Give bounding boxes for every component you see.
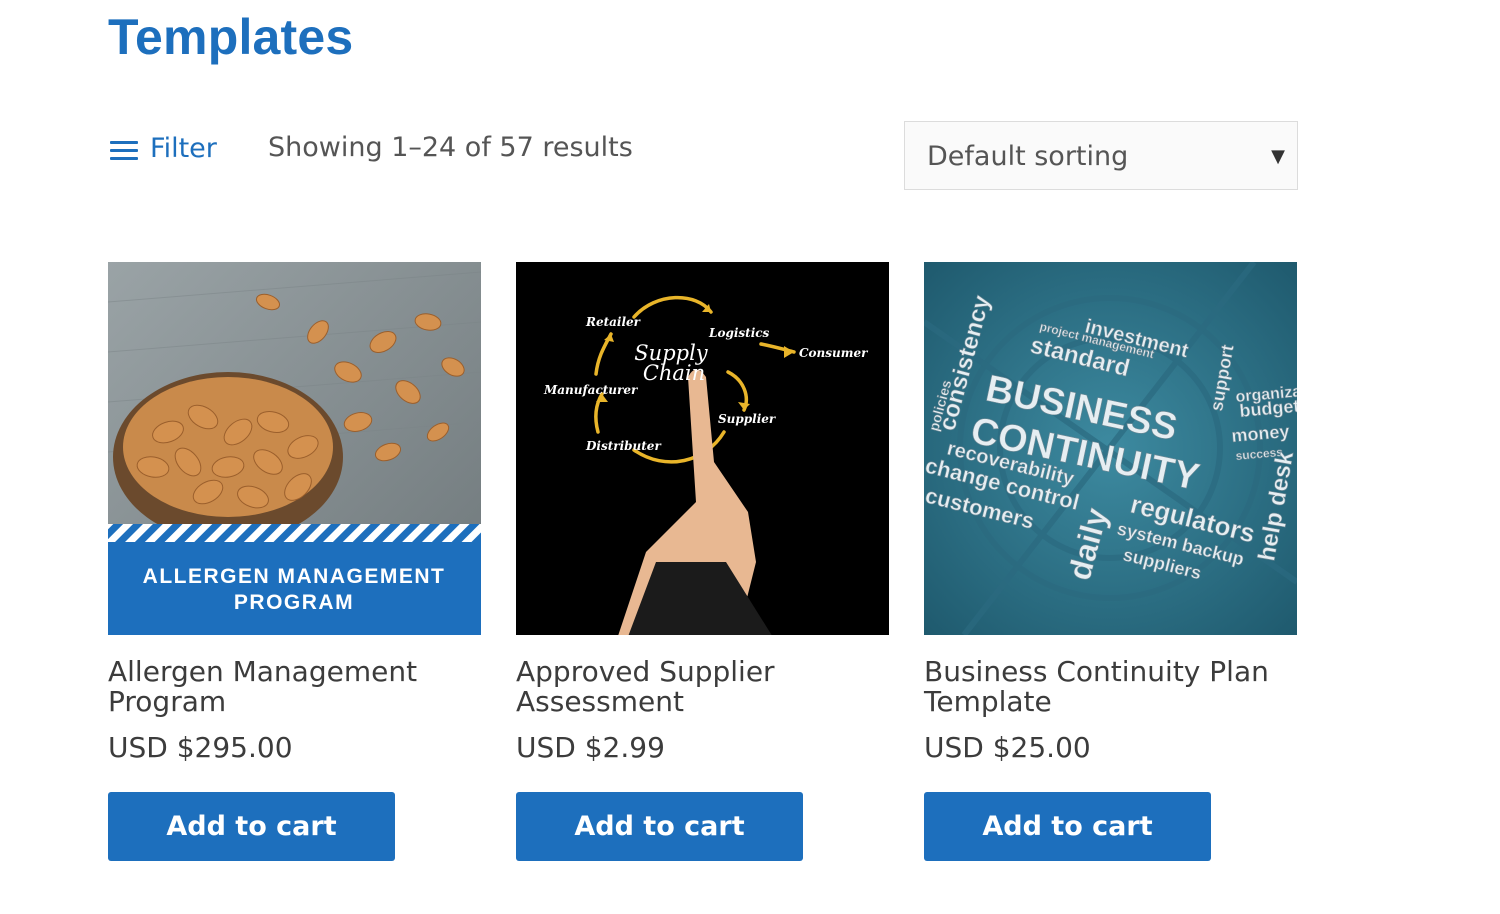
product-title[interactable]: Approved Supplier Assessment — [516, 657, 889, 717]
add-to-cart-button[interactable]: Add to cart — [516, 792, 803, 861]
filter-label: Filter — [150, 132, 217, 164]
result-count: Showing 1–24 of 57 results — [268, 132, 633, 163]
svg-text:Logistics: Logistics — [708, 326, 770, 340]
menu-icon — [110, 139, 140, 161]
svg-text:Retailer: Retailer — [585, 315, 642, 329]
add-to-cart-button[interactable]: Add to cart — [108, 792, 395, 861]
business-continuity-image: BUSINESS CONTINUITY consistency investme… — [924, 262, 1297, 635]
product-price: USD $25.00 — [924, 731, 1091, 764]
product-image-link[interactable]: Supply Chain Retailer Logistics Consumer… — [516, 262, 889, 635]
product-card: Supply Chain Retailer Logistics Consumer… — [516, 262, 889, 861]
svg-text:Distributer: Distributer — [585, 439, 662, 453]
image-overlay-line2: PROGRAM — [234, 591, 354, 614]
add-to-cart-button[interactable]: Add to cart — [924, 792, 1211, 861]
product-image-link[interactable]: BUSINESS CONTINUITY consistency investme… — [924, 262, 1297, 635]
svg-text:Chain: Chain — [643, 361, 705, 385]
product-title[interactable]: Business Continuity Plan Template — [924, 657, 1297, 717]
supply-chain-image: Supply Chain Retailer Logistics Consumer… — [516, 262, 889, 635]
filter-button[interactable]: Filter — [110, 128, 217, 168]
image-overlay-line1: ALLERGEN MANAGEMENT — [143, 565, 446, 588]
product-image-link[interactable]: ALLERGEN MANAGEMENT PROGRAM — [108, 262, 481, 635]
almonds-image: ALLERGEN MANAGEMENT PROGRAM — [108, 262, 481, 635]
product-price: USD $2.99 — [516, 731, 665, 764]
sorting-select[interactable]: Default sorting ▼ — [904, 121, 1298, 190]
svg-text:Supplier: Supplier — [718, 412, 777, 426]
product-card: ALLERGEN MANAGEMENT PROGRAM Allergen Man… — [108, 262, 481, 861]
svg-text:Manufacturer: Manufacturer — [543, 383, 639, 397]
product-card: BUSINESS CONTINUITY consistency investme… — [924, 262, 1297, 861]
product-title[interactable]: Allergen Management Program — [108, 657, 481, 717]
dropdown-arrow-icon: ▼ — [1271, 146, 1285, 167]
sorting-selected-value: Default sorting — [927, 141, 1129, 172]
page-title: Templates — [108, 9, 354, 65]
product-price: USD $295.00 — [108, 731, 293, 764]
svg-text:Consumer: Consumer — [799, 346, 869, 360]
